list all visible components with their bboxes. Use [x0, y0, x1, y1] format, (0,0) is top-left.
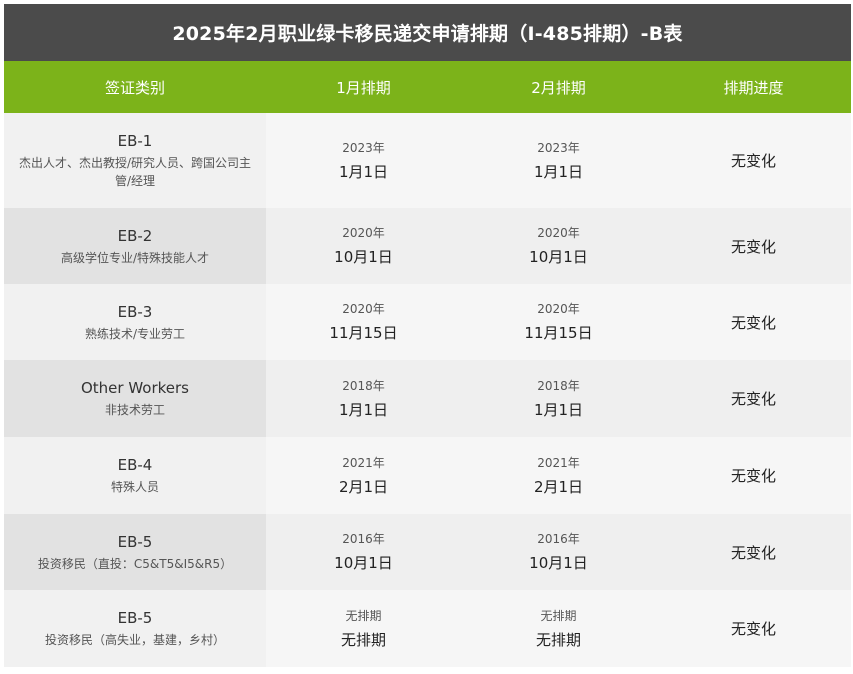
january-year: 2016年	[342, 532, 385, 546]
january-date: 10月1日	[334, 248, 393, 266]
progress-cell: 无变化	[656, 514, 851, 590]
february-cell: 2020年 10月1日	[461, 208, 656, 284]
january-year: 2021年	[342, 455, 385, 470]
progress-status: 无变化	[730, 237, 776, 256]
header-progress: 排期进度	[723, 78, 784, 97]
february-year: 无排期	[540, 608, 577, 623]
january-cell: 2023年 1月1日	[266, 113, 461, 208]
table-row: EB-1 杰出人才、杰出教授/研究人员、跨国公司主管/经理 2023年 1月1日…	[4, 113, 851, 208]
category-name: EB-5	[117, 532, 153, 551]
category-description: 投资移民（高失业，基建，乡村）	[44, 633, 225, 647]
table-row: EB-5 投资移民（直投：C5&T5&I5&R5） 2016年 10月1日 20…	[4, 514, 851, 590]
february-date: 1月1日	[533, 162, 584, 181]
table-row: EB-5 投资移民（高失业，基建，乡村） 无排期 无排期 无排期 无排期 无变化	[4, 590, 851, 667]
january-year: 2020年	[342, 226, 385, 240]
progress-cell: 无变化	[656, 360, 851, 437]
table-row: EB-4 特殊人员 2021年 2月1日 2021年 2月1日 无变化	[4, 437, 851, 514]
january-cell: 2016年 10月1日	[266, 514, 461, 590]
category-cell: EB-2 高级学位专业/特殊技能人才	[4, 208, 266, 284]
header-january: 1月排期	[336, 78, 391, 97]
progress-cell: 无变化	[656, 437, 851, 514]
category-cell: Other Workers 非技术劳工	[4, 360, 266, 437]
progress-status: 无变化	[730, 152, 776, 170]
header-category: 签证类别	[104, 78, 165, 97]
january-cell: 2020年 11月15日	[266, 284, 461, 360]
february-cell: 2018年 1月1日	[461, 360, 656, 437]
category-name: EB-1	[117, 132, 153, 150]
february-cell: 2016年 10月1日	[461, 514, 656, 590]
january-year: 无排期	[345, 608, 382, 623]
category-name: EB-2	[117, 226, 153, 245]
category-description: 熟练技术/专业劳工	[84, 326, 186, 341]
february-date: 10月1日	[529, 554, 588, 572]
january-cell: 2018年 1月1日	[266, 360, 461, 437]
category-cell: EB-5 投资移民（高失业，基建，乡村）	[4, 590, 266, 667]
february-cell: 无排期 无排期	[461, 590, 656, 667]
january-cell: 无排期 无排期	[266, 590, 461, 667]
january-year: 2018年	[342, 378, 385, 393]
table-title: 2025年2月职业绿卡移民递交申请排期（I-485排期）-B表	[4, 4, 851, 61]
february-year: 2020年	[537, 302, 580, 316]
table-row: Other Workers 非技术劳工 2018年 1月1日 2018年 1月1…	[4, 360, 851, 437]
progress-cell: 无变化	[656, 208, 851, 284]
february-year: 2018年	[537, 378, 580, 393]
february-date: 1月1日	[533, 400, 584, 419]
table-header: 签证类别 1月排期 2月排期 排期进度	[4, 61, 851, 113]
progress-cell: 无变化	[656, 113, 851, 208]
category-description: 投资移民（直投：C5&T5&I5&R5）	[37, 556, 233, 571]
february-cell: 2020年 11月15日	[461, 284, 656, 360]
category-description: 杰出人才、杰出教授/研究人员、跨国公司主管/经理	[18, 156, 252, 188]
february-year: 2016年	[537, 532, 580, 546]
category-cell: EB-4 特殊人员	[4, 437, 266, 514]
february-date: 2月1日	[533, 477, 584, 496]
progress-status: 无变化	[730, 313, 776, 332]
category-cell: EB-5 投资移民（直投：C5&T5&I5&R5）	[4, 514, 266, 590]
progress-status: 无变化	[730, 620, 776, 638]
february-date: 10月1日	[529, 248, 588, 266]
table-row: EB-2 高级学位专业/特殊技能人才 2020年 10月1日 2020年 10月…	[4, 208, 851, 284]
february-date: 11月15日	[524, 324, 593, 342]
category-description: 特殊人员	[110, 480, 159, 494]
progress-status: 无变化	[730, 543, 776, 562]
table-row: EB-3 熟练技术/专业劳工 2020年 11月15日 2020年 11月15日…	[4, 284, 851, 360]
category-cell: EB-3 熟练技术/专业劳工	[4, 284, 266, 360]
february-date: 无排期	[535, 630, 581, 649]
february-year: 2021年	[537, 455, 580, 470]
january-cell: 2021年 2月1日	[266, 437, 461, 514]
january-date: 无排期	[340, 630, 386, 649]
category-cell: EB-1 杰出人才、杰出教授/研究人员、跨国公司主管/经理	[4, 113, 266, 208]
progress-status: 无变化	[730, 390, 776, 408]
january-year: 2023年	[342, 140, 385, 155]
january-date: 10月1日	[334, 554, 393, 572]
january-date: 2月1日	[338, 477, 389, 496]
progress-cell: 无变化	[656, 590, 851, 667]
category-description: 高级学位专业/特殊技能人才	[60, 250, 210, 265]
category-name: EB-3	[117, 302, 153, 321]
january-date: 11月15日	[329, 324, 398, 342]
category-name: EB-4	[117, 456, 153, 474]
january-date: 1月1日	[338, 162, 389, 181]
january-year: 2020年	[342, 302, 385, 316]
category-name: EB-5	[117, 609, 153, 627]
february-year: 2023年	[537, 140, 580, 155]
february-cell: 2023年 1月1日	[461, 113, 656, 208]
category-description: 非技术劳工	[104, 403, 165, 417]
visa-bulletin-table: 2025年2月职业绿卡移民递交申请排期（I-485排期）-B表 签证类别 1月排…	[4, 4, 851, 667]
january-date: 1月1日	[338, 400, 389, 419]
february-cell: 2021年 2月1日	[461, 437, 656, 514]
progress-cell: 无变化	[656, 284, 851, 360]
progress-status: 无变化	[730, 467, 776, 485]
january-cell: 2020年 10月1日	[266, 208, 461, 284]
category-name: Other Workers	[80, 379, 190, 397]
header-february: 2月排期	[531, 78, 586, 97]
february-year: 2020年	[537, 226, 580, 240]
